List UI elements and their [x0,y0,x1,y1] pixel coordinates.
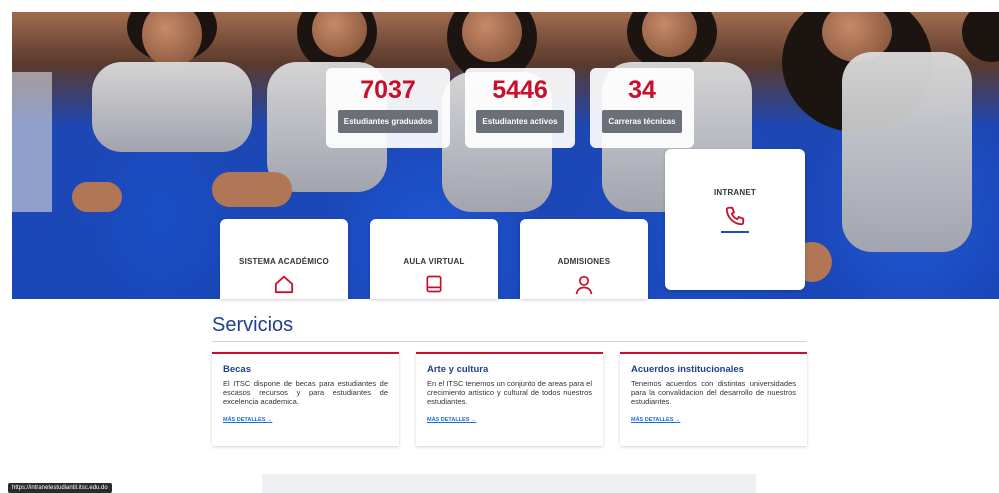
mas-detalles-link[interactable]: MÁS DETALLES → [427,417,592,423]
services-divider [212,341,807,342]
aula-virtual-card[interactable]: AULA VIRTUAL [370,219,498,299]
hero-graduation-photo [12,12,999,299]
service-title: Arte y cultura [427,364,489,375]
phone-icon [725,206,745,226]
service-description: Tenemos acuerdos con distintas universid… [631,379,796,406]
bottom-section [262,474,756,493]
sash-shape [842,52,972,252]
mas-detalles-link[interactable]: MÁS DETALLES → [223,417,388,423]
user-icon [575,275,593,295]
status-bar-url: https://intranetestudiantil.itsc.edu.do [8,483,112,493]
sistema-academico-card[interactable]: SISTEMA ACADÉMICO [220,219,348,299]
service-card-becas: Becas El ITSC dispone de becas para estu… [212,352,399,446]
service-description: En el ITSC tenemos un conjunto de areas … [427,379,592,406]
stat-card-graduados: 7037 Estudiantes graduados [326,68,450,148]
mas-detalles-link[interactable]: MÁS DETALLES → [631,417,796,423]
service-title: Becas [223,364,251,375]
hand-shape [212,172,292,207]
face-shape [142,12,202,67]
intranet-underline [721,231,749,233]
stat-value: 7037 [360,76,416,104]
service-description: El ITSC dispone de becas para estudiante… [223,379,388,406]
service-card-arte-cultura: Arte y cultura En el ITSC tenemos un con… [416,352,603,446]
admisiones-card[interactable]: ADMISIONES [520,219,648,299]
book-icon [426,275,442,293]
home-icon [274,275,294,294]
services-heading: Servicios [212,314,294,336]
stat-label: Estudiantes activos [476,110,564,133]
sistema-academico-label: SISTEMA ACADÉMICO [239,257,329,266]
stat-label: Carreras técnicas [602,110,682,133]
service-title: Acuerdos institucionales [631,364,744,375]
hair-shape [962,12,999,62]
intranet-card[interactable]: INTRANET [665,149,805,290]
hand-shape [72,182,122,212]
admisiones-label: ADMISIONES [557,257,611,266]
sash-shape [92,62,252,152]
stat-value: 5446 [492,76,548,104]
stat-value: 34 [628,76,656,104]
chair-shape [12,72,52,212]
aula-virtual-label: AULA VIRTUAL [403,257,465,266]
stat-label: Estudiantes graduados [337,110,439,133]
service-card-acuerdos: Acuerdos institucionales Tenemos acuerdo… [620,352,807,446]
stat-card-activos: 5446 Estudiantes activos [465,68,575,148]
intranet-label: INTRANET [713,188,757,197]
stat-card-carreras: 34 Carreras técnicas [590,68,694,148]
